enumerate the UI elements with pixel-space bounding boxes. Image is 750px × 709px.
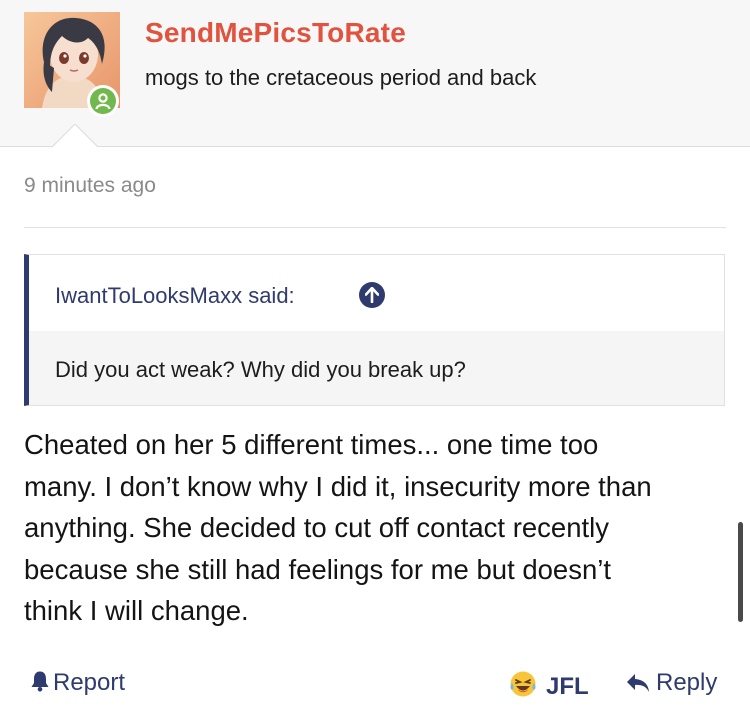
online-status-badge	[87, 85, 119, 117]
bell-icon	[31, 671, 49, 692]
post-header: SendMePicsToRate mogs to the cretaceous …	[0, 0, 750, 148]
report-button[interactable]: Report	[30, 669, 125, 697]
reaction-label: JFL	[546, 673, 589, 700]
scrollbar[interactable]	[738, 522, 743, 622]
user-icon	[95, 93, 111, 110]
quote-block: IwantToLooksMaxx said: Did you act weak?…	[24, 254, 725, 406]
post-line: Cheated on her 5 different times... one …	[24, 429, 599, 460]
reply-arrow-icon	[627, 674, 649, 692]
speech-pointer	[52, 124, 98, 148]
quote-header: IwantToLooksMaxx said:	[29, 255, 724, 331]
username-link[interactable]: SendMePicsToRate	[145, 17, 406, 49]
post-line: many. I don’t know why I did it, insecur…	[24, 470, 652, 502]
post-body: Cheated on her 5 different times... one …	[24, 424, 724, 632]
quote-author-link[interactable]: IwantToLooksMaxx said:	[55, 283, 295, 309]
reply-button[interactable]: Reply	[626, 669, 717, 697]
post-line: because she still had feelings for me bu…	[24, 553, 612, 585]
divider	[24, 227, 726, 228]
post-timestamp[interactable]: 9 minutes ago	[24, 174, 156, 198]
laughing-tears-emoji-icon	[510, 671, 536, 697]
reaction-button[interactable]: JFL	[508, 669, 589, 701]
user-title: mogs to the cretaceous period and back	[145, 65, 537, 90]
post-line: think I will change.	[24, 595, 249, 626]
report-label: Report	[53, 669, 126, 696]
reply-label: Reply	[656, 669, 718, 696]
quote-content: Did you act weak? Why did you break up?	[29, 331, 724, 405]
quote-text: Did you act weak? Why did you break up?	[55, 357, 466, 382]
user-avatar[interactable]	[24, 12, 120, 117]
post-line: anything. She decided to cut off contact…	[24, 512, 610, 543]
arrow-up-icon[interactable]	[359, 282, 385, 308]
